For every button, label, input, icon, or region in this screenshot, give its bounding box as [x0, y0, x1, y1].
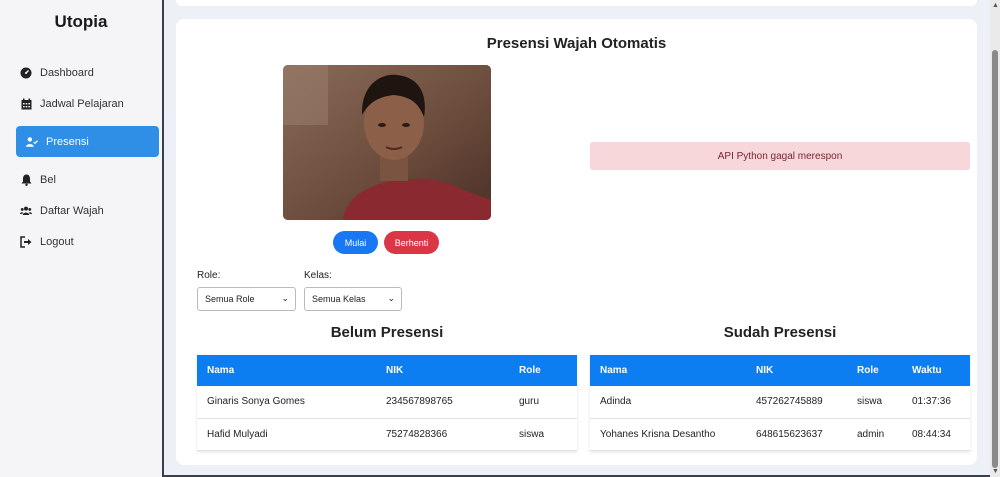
table-row[interactable]: Ginaris Sonya Gomes 234567898765 guru [197, 386, 577, 419]
start-button[interactable]: Mulai [333, 231, 378, 254]
sudah-presensi-title: Sudah Presensi [723, 324, 837, 341]
table-row[interactable]: Adinda 457262745889 siswa 01:37:36 [590, 386, 970, 419]
cell-nama: Hafid Mulyadi [197, 418, 376, 451]
cell-waktu: 01:37:36 [902, 386, 970, 419]
sidebar-item-label: Bel [40, 173, 56, 186]
cell-role: siswa [509, 418, 577, 451]
cell-nik: 648615623637 [746, 418, 847, 451]
error-alert: API Python gagal merespon [590, 142, 970, 170]
cell-nama: Adinda [590, 386, 746, 419]
kelas-filter-label: Kelas: [304, 270, 332, 281]
column-header: Nama [197, 355, 376, 386]
belum-presensi-title: Belum Presensi [330, 324, 444, 341]
table-row[interactable]: Hafid Mulyadi 75274828366 siswa [197, 418, 577, 451]
table-row[interactable]: Yohanes Krisna Desantho 648615623637 adm… [590, 418, 970, 451]
cell-nik: 234567898765 [376, 386, 509, 419]
stop-button[interactable]: Berhenti [384, 231, 439, 254]
cell-nama: Yohanes Krisna Desantho [590, 418, 746, 451]
scrollbar-thumb[interactable] [992, 50, 998, 468]
column-header: Waktu [902, 355, 970, 386]
sidebar-item-jadwal[interactable]: Jadwal Pelajaran [16, 88, 159, 119]
camera-feed [283, 65, 491, 220]
sudah-presensi-table-wrap: Nama NIK Role Waktu Adinda 457262745889 … [590, 355, 970, 451]
cell-role: guru [509, 386, 577, 419]
scroll-down-icon[interactable]: ▼ [992, 468, 999, 475]
cell-nik: 75274828366 [376, 418, 509, 451]
table-header-row: Nama NIK Role Waktu [590, 355, 970, 386]
column-header: NIK [376, 355, 509, 386]
sidebar-item-presensi[interactable]: Presensi [16, 126, 159, 157]
top-card [176, 0, 977, 6]
sidebar-item-label: Presensi [46, 135, 89, 148]
belum-presensi-table: Nama NIK Role Ginaris Sonya Gomes 234567… [197, 355, 577, 451]
scroll-up-icon[interactable]: ▲ [992, 2, 999, 9]
brand-title: Utopia [54, 12, 108, 31]
sidebar-item-dashboard[interactable]: Dashboard [16, 57, 159, 88]
column-header: NIK [746, 355, 847, 386]
cell-nik: 457262745889 [746, 386, 847, 419]
column-header: Role [509, 355, 577, 386]
kelas-select[interactable]: Semua Kelas ⌄ [304, 287, 402, 311]
cell-role: siswa [847, 386, 902, 419]
bell-icon [20, 174, 32, 186]
sidebar-item-label: Logout [40, 235, 74, 248]
kelas-select-value: Semua Kelas [312, 294, 366, 304]
sidebar-item-daftar-wajah[interactable]: Daftar Wajah [16, 195, 159, 226]
sidebar-item-label: Jadwal Pelajaran [40, 97, 124, 110]
table-header-row: Nama NIK Role [197, 355, 577, 386]
users-icon [20, 205, 32, 217]
logout-icon [20, 235, 32, 248]
calendar-icon [20, 98, 32, 110]
column-header: Nama [590, 355, 746, 386]
vertical-scrollbar[interactable]: ▲ ▼ [990, 0, 1000, 477]
page-title: Presensi Wajah Otomatis [486, 35, 667, 52]
presensi-card: Presensi Wajah Otomatis Mulai Berhenti A… [176, 19, 977, 465]
cell-waktu: 08:44:34 [902, 418, 970, 451]
dashboard-icon [20, 67, 32, 79]
column-header: Role [847, 355, 902, 386]
sidebar-item-label: Daftar Wajah [40, 204, 104, 217]
user-check-icon [26, 136, 38, 148]
role-select[interactable]: Semua Role ⌄ [197, 287, 296, 311]
belum-presensi-table-wrap: Nama NIK Role Ginaris Sonya Gomes 234567… [197, 355, 577, 451]
role-filter-label: Role: [197, 270, 221, 281]
sidebar: Utopia Dashboard Jadwal Pelajaran Presen… [0, 0, 164, 477]
chevron-down-icon: ⌄ [281, 293, 289, 303]
sidebar-item-logout[interactable]: Logout [16, 226, 159, 257]
sudah-presensi-table: Nama NIK Role Waktu Adinda 457262745889 … [590, 355, 970, 451]
sidebar-item-label: Dashboard [40, 66, 94, 79]
cell-role: admin [847, 418, 902, 451]
role-select-value: Semua Role [205, 294, 255, 304]
chevron-down-icon: ⌄ [387, 293, 395, 303]
sidebar-item-bel[interactable]: Bel [16, 164, 159, 195]
cell-nama: Ginaris Sonya Gomes [197, 386, 376, 419]
